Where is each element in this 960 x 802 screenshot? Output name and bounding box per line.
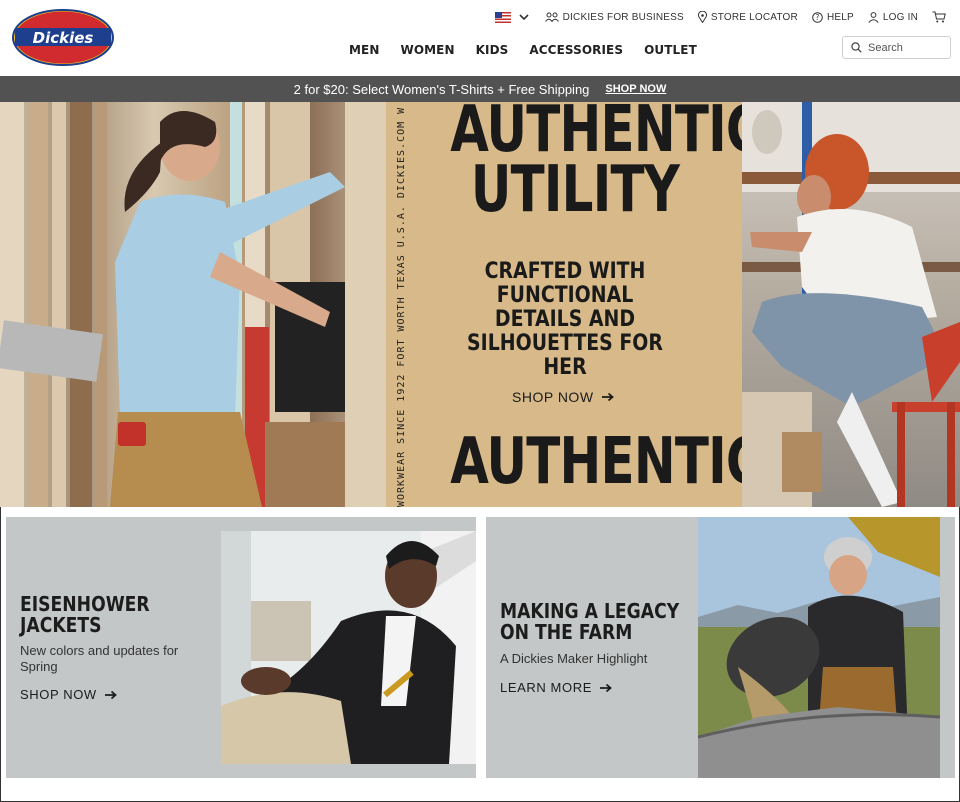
card2-cta-label: LEARN MORE bbox=[500, 680, 592, 695]
store-locator-label: STORE LOCATOR bbox=[710, 11, 798, 23]
arrow-right-icon bbox=[599, 683, 612, 692]
hero-cta-label: SHOP NOW bbox=[512, 389, 594, 405]
card1-title-line2: JACKETS bbox=[20, 613, 102, 637]
nav-women[interactable]: WOMEN bbox=[400, 43, 454, 57]
store-locator-link[interactable]: STORE LOCATOR bbox=[697, 11, 798, 23]
card2-title-line1: MAKING A LEGACY bbox=[500, 599, 680, 623]
login-label: LOG IN bbox=[882, 11, 918, 23]
card1-subtitle: New colors and updates for Spring bbox=[20, 643, 178, 675]
svg-text:?: ? bbox=[815, 13, 819, 22]
search-icon bbox=[851, 42, 862, 53]
card2-photo-farmer bbox=[698, 517, 955, 778]
promo-banner: 2 for $20: Select Women's T-Shirts + Fre… bbox=[0, 76, 960, 102]
login-link[interactable]: LOG IN bbox=[868, 12, 918, 23]
card2-title: MAKING A LEGACY ON THE FARM bbox=[500, 601, 679, 643]
hero-vertical-text: WORKWEAR SINCE 1922 FORT WORTH TEXAS U.S… bbox=[396, 106, 407, 507]
hero-subhead: CRAFTED WITH FUNCTIONAL DETAILS AND SILH… bbox=[467, 259, 663, 380]
cart-button[interactable] bbox=[932, 11, 950, 23]
chevron-down-icon bbox=[519, 14, 529, 21]
promo-shop-now-link[interactable]: SHOP NOW bbox=[605, 83, 666, 95]
dickies-logo[interactable]: Dickies bbox=[12, 9, 114, 66]
promo-card-legacy-farm[interactable]: MAKING A LEGACY ON THE FARM A Dickies Ma… bbox=[486, 517, 955, 778]
card1-subtitle-line2: Spring bbox=[20, 659, 58, 674]
search-input[interactable]: Search bbox=[842, 36, 951, 59]
nav-men[interactable]: MEN bbox=[349, 43, 379, 57]
card1-photo-man-jacket bbox=[221, 531, 476, 764]
nav-outlet[interactable]: OUTLET bbox=[644, 43, 697, 57]
user-icon bbox=[868, 11, 879, 23]
map-pin-icon bbox=[697, 11, 707, 23]
card2-subtitle: A Dickies Maker Highlight bbox=[500, 651, 648, 666]
hero-shop-now-link[interactable]: SHOP NOW bbox=[512, 389, 615, 405]
card2-learn-more-link[interactable]: LEARN MORE bbox=[500, 680, 613, 695]
card1-cta-label: SHOP NOW bbox=[20, 687, 97, 702]
help-label: HELP bbox=[826, 11, 854, 23]
card1-title: EISENHOWER JACKETS bbox=[20, 594, 150, 636]
country-selector[interactable] bbox=[494, 11, 531, 23]
nav-kids[interactable]: KIDS bbox=[476, 43, 509, 57]
search-placeholder: Search bbox=[868, 41, 903, 54]
help-link[interactable]: ? HELP bbox=[812, 12, 854, 23]
svg-text:Dickies: Dickies bbox=[33, 29, 94, 47]
main-nav: MEN WOMEN KIDS ACCESSORIES OUTLET bbox=[349, 43, 718, 57]
promo-card-eisenhower[interactable]: EISENHOWER JACKETS New colors and update… bbox=[6, 517, 476, 778]
hero-banner[interactable]: WORKWEAR SINCE 1922 FORT WORTH TEXAS U.S… bbox=[0, 102, 960, 507]
nav-accessories[interactable]: ACCESSORIES bbox=[529, 43, 623, 57]
utility-nav: DICKIES FOR BUSINESS STORE LOCATOR ? HEL… bbox=[481, 11, 950, 23]
hero-photo-ceramicist bbox=[742, 102, 960, 507]
card1-shop-now-link[interactable]: SHOP NOW bbox=[20, 687, 118, 702]
arrow-right-icon bbox=[104, 690, 117, 699]
us-flag-icon bbox=[494, 11, 511, 23]
hero-headline-repeat: AUTHENTIC bbox=[450, 425, 762, 499]
arrow-right-icon bbox=[601, 392, 614, 402]
group-icon bbox=[544, 12, 559, 22]
card1-title-line1: EISENHOWER bbox=[20, 592, 150, 616]
hero-photo-woodworker bbox=[0, 102, 386, 507]
card2-title-line2: ON THE FARM bbox=[500, 620, 633, 644]
cart-icon bbox=[932, 11, 946, 23]
business-label: DICKIES FOR BUSINESS bbox=[562, 11, 684, 23]
card1-subtitle-line1: New colors and updates for bbox=[20, 643, 179, 658]
dickies-for-business-link[interactable]: DICKIES FOR BUSINESS bbox=[544, 11, 684, 23]
promo-text: 2 for $20: Select Women's T-Shirts + Fre… bbox=[293, 81, 590, 97]
hero-headline-line2: UTILITY bbox=[470, 153, 680, 227]
site-header: Dickies DICKIES FOR BUSINESS STORE LOCAT… bbox=[0, 0, 960, 76]
help-icon: ? bbox=[812, 11, 823, 23]
